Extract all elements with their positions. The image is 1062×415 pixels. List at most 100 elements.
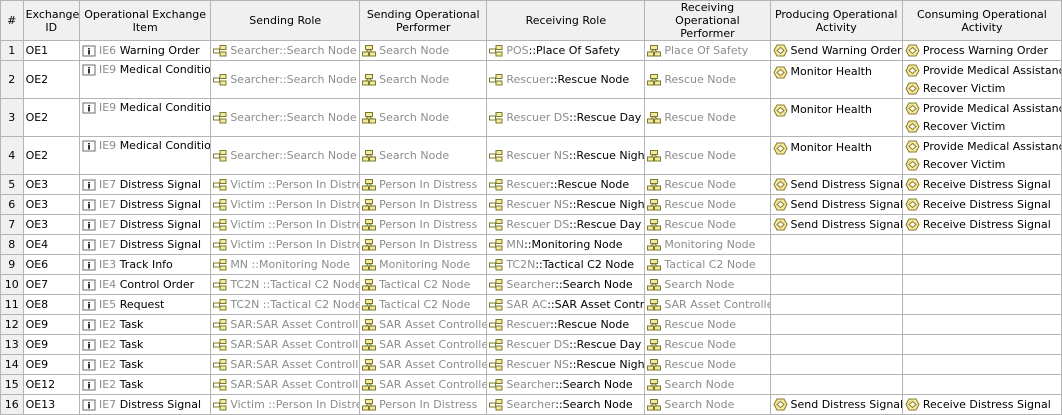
sending-role-cell[interactable]: Searcher::Search Node [210, 98, 361, 137]
table-row[interactable]: 6 OE3 IE7 Distress Signal Victim ::Person I… [0, 194, 1062, 215]
exchange-item-cell[interactable]: IE9 Medical Condition [78, 98, 212, 137]
column-header[interactable]: Receiving Operational Performer [644, 0, 771, 41]
receiving-role-cell[interactable]: Rescuer DS::Rescue Day Shift [486, 214, 646, 235]
producing-activity-cell[interactable] [769, 374, 903, 395]
table-row[interactable]: 10 OE7 IE4 Control Order TC2N ::Tactical C2… [0, 274, 1062, 295]
receiving-performer-cell[interactable]: Tactical C2 Node [644, 254, 771, 275]
consuming-activity-cell[interactable] [901, 334, 1062, 355]
producing-activity-cell[interactable]: Send Warning Order [769, 40, 903, 61]
exchange-item-cell[interactable]: IE6 Warning Order [78, 40, 212, 61]
consuming-activity-cell[interactable] [901, 234, 1062, 255]
producing-activity-cell[interactable] [769, 354, 903, 375]
activity-item[interactable]: Receive Distress Signal [905, 396, 1059, 414]
activity-item[interactable]: Receive Distress Signal [905, 216, 1059, 234]
sending-role-cell[interactable]: TC2N ::Tactical C2 Node [210, 294, 361, 315]
exchange-item-cell[interactable]: IE7 Distress Signal [78, 234, 212, 255]
sending-performer-cell[interactable]: Person In Distress [359, 194, 488, 215]
activity-item[interactable]: Send Warning Order [772, 42, 901, 60]
receiving-role-cell[interactable]: POS::Place Of Safety [486, 40, 646, 61]
activity-item[interactable]: Send Distress Signal [772, 176, 901, 194]
column-header[interactable]: Operational Exchange Item [78, 0, 212, 41]
table-row[interactable]: 5 OE3 IE7 Distress Signal Victim ::Person I… [0, 174, 1062, 195]
exchange-item-cell[interactable]: IE7 Distress Signal [78, 394, 212, 415]
receiving-role-cell[interactable]: Rescuer::Rescue Node [486, 60, 646, 99]
activity-item[interactable]: Send Distress Signal [772, 196, 901, 214]
sending-role-cell[interactable]: Victim ::Person In Distress [210, 174, 361, 195]
sending-performer-cell[interactable]: Person In Distress [359, 394, 488, 415]
consuming-activity-cell[interactable]: Receive Distress Signal [901, 174, 1062, 195]
receiving-performer-cell[interactable]: Monitoring Node [644, 234, 771, 255]
activity-item[interactable]: Monitor Health [772, 139, 900, 157]
table-row[interactable]: 2 OE2 IE9 Medical Condition Searcher::Searc… [0, 60, 1062, 99]
sending-role-cell[interactable]: SAR:SAR Asset Controller [210, 374, 361, 395]
table-row[interactable]: 16 OE13 IE7 Distress Signal Victim ::Person… [0, 394, 1062, 415]
producing-activity-cell[interactable]: Send Distress Signal [769, 174, 903, 195]
receiving-role-cell[interactable]: Rescuer DS::Rescue Day Shift [486, 98, 646, 137]
column-header[interactable]: Producing Operational Activity [769, 0, 903, 41]
sending-performer-cell[interactable]: Monitoring Node [359, 254, 488, 275]
activity-item[interactable]: Provide Medical Assistance [905, 100, 1060, 118]
activity-item[interactable]: Provide Medical Assistance [905, 62, 1060, 80]
producing-activity-cell[interactable] [769, 314, 903, 335]
consuming-activity-cell[interactable]: Provide Medical Assistance Recover Victim [901, 136, 1062, 175]
table-row[interactable]: 4 OE2 IE9 Medical Condition Searcher::Searc… [0, 136, 1062, 175]
sending-role-cell[interactable]: Searcher::Search Node [210, 136, 361, 175]
receiving-role-cell[interactable]: Searcher::Search Node [486, 374, 646, 395]
sending-role-cell[interactable]: Victim ::Person In Distress [210, 214, 361, 235]
sending-performer-cell[interactable]: Person In Distress [359, 214, 488, 235]
receiving-role-cell[interactable]: MN::Monitoring Node [486, 234, 646, 255]
receiving-role-cell[interactable]: Rescuer DS::Rescue Day Shift [486, 334, 646, 355]
receiving-performer-cell[interactable]: Search Node [644, 394, 771, 415]
receiving-performer-cell[interactable]: Rescue Node [644, 314, 771, 335]
activity-item[interactable]: Process Warning Order [905, 42, 1059, 60]
table-row[interactable]: 14 OE9 IE2 Task SAR:SAR Asset Controller SAR… [0, 354, 1062, 375]
exchange-item-cell[interactable]: IE7 Distress Signal [78, 174, 212, 195]
consuming-activity-cell[interactable]: Process Warning Order [901, 40, 1062, 61]
exchange-item-cell[interactable]: IE9 Medical Condition [78, 60, 212, 99]
producing-activity-cell[interactable] [769, 334, 903, 355]
consuming-activity-cell[interactable] [901, 314, 1062, 335]
activity-item[interactable]: Recover Victim [905, 118, 1059, 136]
receiving-performer-cell[interactable]: Search Node [644, 374, 771, 395]
sending-role-cell[interactable]: SAR:SAR Asset Controller [210, 334, 361, 355]
producing-activity-cell[interactable]: Monitor Health [769, 98, 903, 137]
activity-item[interactable]: Recover Victim [905, 156, 1059, 174]
sending-performer-cell[interactable]: SAR Asset Controller [359, 334, 488, 355]
consuming-activity-cell[interactable]: Provide Medical Assistance Recover Victim [901, 60, 1062, 99]
table-row[interactable]: 12 OE9 IE2 Task SAR:SAR Asset Controller SAR… [0, 314, 1062, 335]
sending-role-cell[interactable]: Searcher::Search Node [210, 40, 361, 61]
receiving-performer-cell[interactable]: Rescue Node [644, 334, 771, 355]
column-header[interactable]: Exchange ID [22, 0, 80, 41]
sending-role-cell[interactable]: SAR:SAR Asset Controller [210, 314, 361, 335]
activity-item[interactable]: Send Distress Signal [772, 396, 901, 414]
producing-activity-cell[interactable]: Send Distress Signal [769, 214, 903, 235]
consuming-activity-cell[interactable] [901, 294, 1062, 315]
sending-performer-cell[interactable]: Search Node [359, 60, 488, 99]
receiving-performer-cell[interactable]: Rescue Node [644, 194, 771, 215]
receiving-role-cell[interactable]: SAR AC::SAR Asset Controller [486, 294, 646, 315]
sending-performer-cell[interactable]: SAR Asset Controller [359, 374, 488, 395]
consuming-activity-cell[interactable] [901, 254, 1062, 275]
activity-item[interactable]: Receive Distress Signal [905, 196, 1059, 214]
sending-performer-cell[interactable]: Tactical C2 Node [359, 294, 488, 315]
receiving-performer-cell[interactable]: SAR Asset Controller [644, 294, 771, 315]
receiving-performer-cell[interactable]: Place Of Safety [644, 40, 771, 61]
receiving-role-cell[interactable]: Searcher::Search Node [486, 394, 646, 415]
table-row[interactable]: 11 OE8 IE5 Request TC2N ::Tactical C2 Node T… [0, 294, 1062, 315]
table-row[interactable]: 15 OE12 IE2 Task SAR:SAR Asset Controller SA… [0, 374, 1062, 395]
sending-role-cell[interactable]: Victim ::Person In Distress [210, 234, 361, 255]
column-header[interactable]: Receiving Role [486, 0, 646, 41]
activity-item[interactable]: Monitor Health [772, 63, 900, 81]
receiving-performer-cell[interactable]: Search Node [644, 274, 771, 295]
sending-role-cell[interactable]: Searcher::Search Node [210, 60, 361, 99]
sending-performer-cell[interactable]: Tactical C2 Node [359, 274, 488, 295]
sending-performer-cell[interactable]: Search Node [359, 40, 488, 61]
sending-performer-cell[interactable]: Person In Distress [359, 234, 488, 255]
table-row[interactable]: 9 OE6 IE3 Track Info MN ::Monitoring Node Mo… [0, 254, 1062, 275]
exchange-item-cell[interactable]: IE5 Request [78, 294, 212, 315]
exchange-item-cell[interactable]: IE7 Distress Signal [78, 194, 212, 215]
sending-performer-cell[interactable]: SAR Asset Controller [359, 354, 488, 375]
consuming-activity-cell[interactable]: Provide Medical Assistance Recover Victim [901, 98, 1062, 137]
producing-activity-cell[interactable]: Monitor Health [769, 136, 903, 175]
receiving-performer-cell[interactable]: Rescue Node [644, 60, 771, 99]
